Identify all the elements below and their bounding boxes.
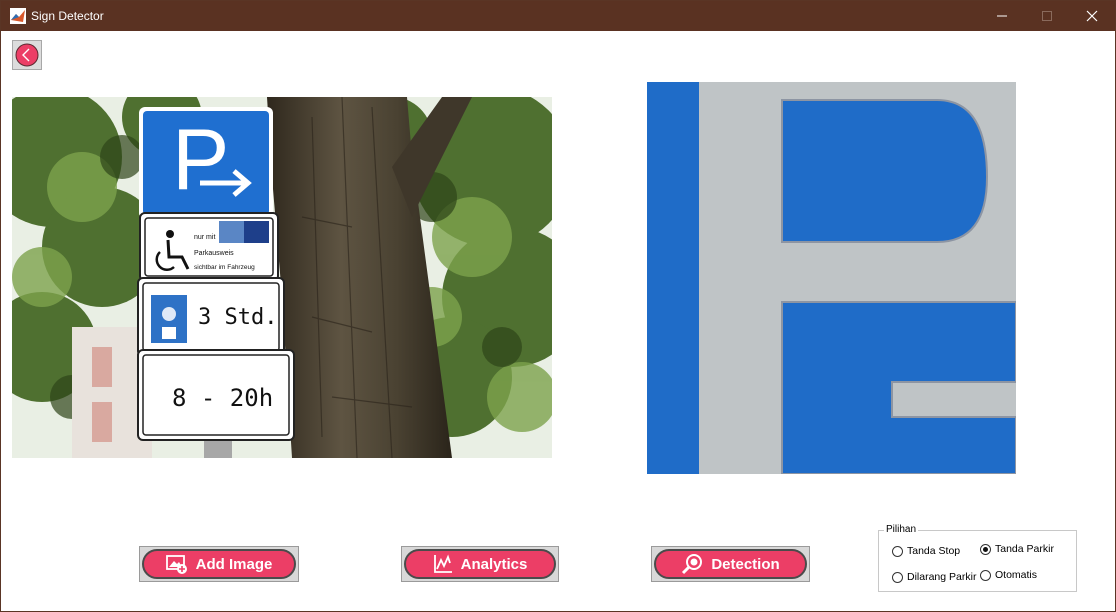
detection-label: Detection	[711, 555, 780, 573]
add-image-pill: Add Image	[142, 549, 296, 579]
hours-plate: 8 - 20h	[137, 349, 295, 441]
hours-text: 8 - 20h	[172, 384, 273, 412]
radio-label-dilarang-parkir: Dilarang Parkir	[907, 571, 977, 583]
maximize-button[interactable]	[1024, 1, 1070, 31]
plate-line-2: Parkausweis	[194, 250, 234, 257]
minimize-button[interactable]	[979, 1, 1025, 31]
analytics-pill: Analytics	[404, 549, 556, 579]
analytics-label: Analytics	[460, 555, 528, 573]
matlab-app-icon	[10, 8, 26, 24]
time-limit-text: 3 Std.	[198, 305, 277, 330]
permit-plate: nur mit Parkausweis sichtbar im Fahrzeug	[139, 212, 279, 282]
radio-tanda-parkir[interactable]: Tanda Parkir	[980, 543, 1054, 555]
detection-button[interactable]: Detection	[651, 546, 810, 582]
minimize-icon	[997, 15, 1007, 17]
detection-pill: Detection	[654, 549, 807, 579]
analytics-icon	[433, 554, 452, 573]
parking-letter: P	[172, 112, 229, 208]
radio-label-tanda-stop: Tanda Stop	[907, 545, 961, 557]
chevron-left-icon	[15, 43, 39, 67]
radio-dot-tanda-parkir	[980, 543, 991, 555]
add-image-button[interactable]: Add Image	[139, 546, 299, 582]
input-image-panel: P nur mit Parkausweis sichtbar im Fahrze…	[12, 97, 552, 458]
app-window: Sign Detector P nur mit Parkausweis sich…	[0, 0, 1116, 612]
title-bar[interactable]: Sign Detector	[1, 1, 1115, 31]
options-group-label: Pilihan	[884, 524, 919, 535]
close-icon	[1086, 10, 1098, 22]
detected-sign-image	[647, 82, 1016, 474]
add-image-icon	[165, 555, 187, 574]
back-button[interactable]	[12, 40, 42, 70]
close-button[interactable]	[1069, 1, 1115, 31]
maximize-icon	[1042, 11, 1052, 21]
magnifier-icon	[682, 554, 703, 575]
parking-sign: P	[139, 107, 273, 219]
plate-line-3: sichtbar im Fahrzeug	[194, 264, 255, 271]
radio-label-tanda-parkir: Tanda Parkir	[995, 543, 1054, 555]
radio-dot-otomatis	[980, 569, 991, 581]
input-image: P nur mit Parkausweis sichtbar im Fahrze…	[12, 97, 552, 458]
analytics-button[interactable]: Analytics	[401, 546, 559, 582]
radio-tanda-stop[interactable]: Tanda Stop	[892, 545, 960, 557]
time-limit-plate: 3 Std.	[137, 277, 285, 357]
detected-sign-panel	[647, 82, 1016, 474]
radio-dilarang-parkir[interactable]: Dilarang Parkir	[892, 571, 976, 583]
radio-label-otomatis: Otomatis	[995, 569, 1038, 581]
plate-line-1: nur mit	[194, 234, 215, 241]
radio-otomatis[interactable]: Otomatis	[980, 569, 1037, 581]
options-group: Pilihan Tanda Stop Tanda Parkir Dilarang…	[878, 524, 1077, 592]
radio-dot-tanda-stop	[892, 545, 903, 557]
window-title: Sign Detector	[31, 9, 104, 23]
add-image-label: Add Image	[195, 555, 273, 573]
radio-dot-dilarang-parkir	[892, 571, 903, 583]
